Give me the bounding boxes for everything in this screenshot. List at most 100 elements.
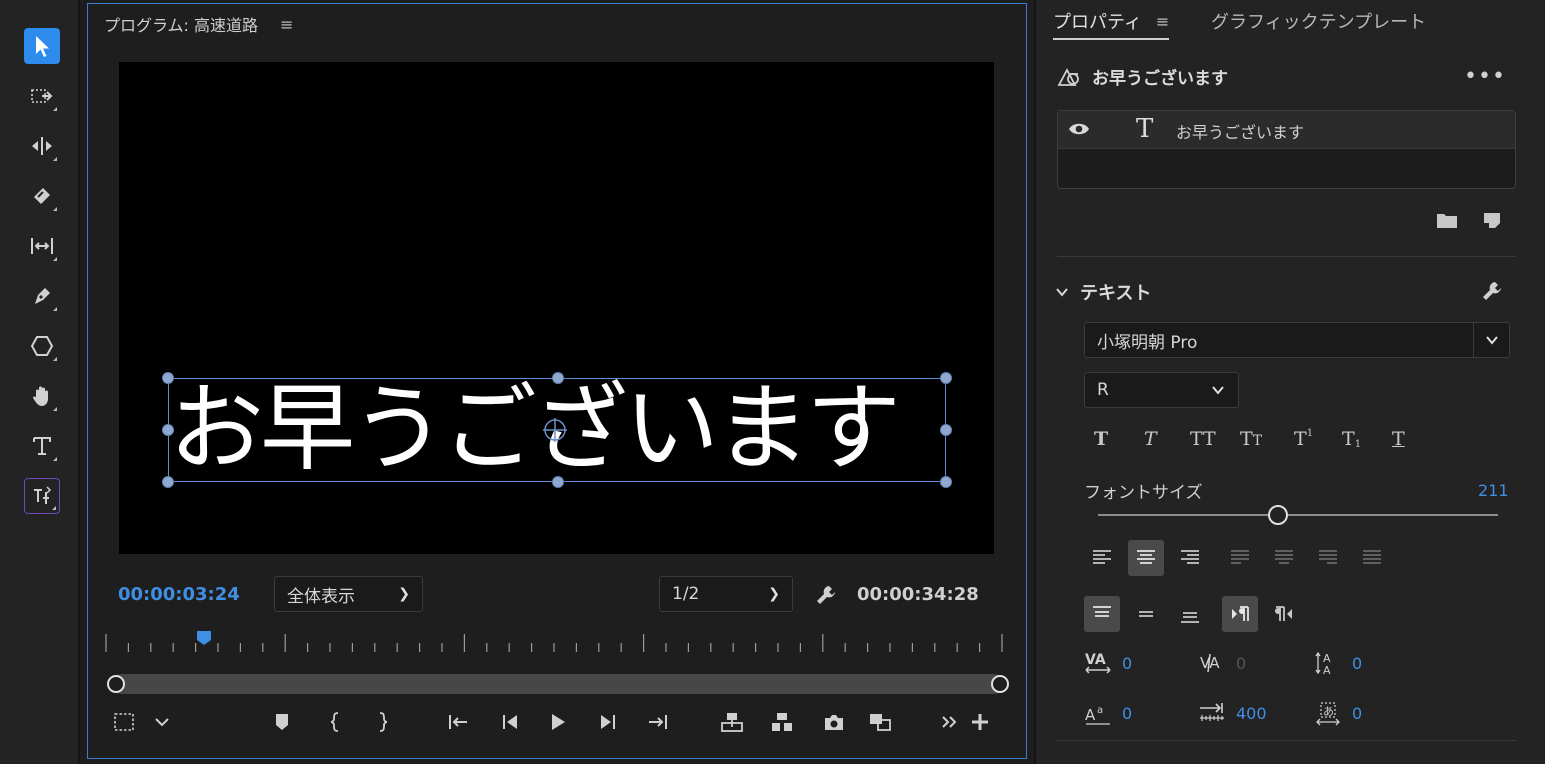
left-to-right-icon[interactable] (1222, 596, 1258, 632)
tsume-control[interactable]: あ 0 (1314, 700, 1362, 726)
playback-resolution-dropdown[interactable]: 1/2 ❯ (659, 576, 793, 612)
new-layer-icon[interactable] (1482, 210, 1502, 230)
video-preview[interactable]: お早うございます (119, 62, 994, 554)
justify-all-icon[interactable] (1354, 540, 1390, 576)
chevron-down-icon[interactable] (1473, 323, 1509, 357)
superscript-icon[interactable]: T1 (1294, 428, 1313, 450)
layer-row[interactable]: T お早うございます (1058, 111, 1515, 149)
font-style-dropdown[interactable]: R (1084, 372, 1239, 408)
tracking-control[interactable]: VA 0 (1198, 650, 1246, 676)
playhead-icon[interactable] (196, 630, 212, 646)
more-controls-icon[interactable] (938, 710, 962, 734)
font-family-dropdown[interactable]: 小塚明朝 Pro (1084, 322, 1510, 358)
transform-handle[interactable] (552, 476, 564, 488)
justify-last-right-icon[interactable] (1310, 540, 1346, 576)
kerning-control[interactable]: VA 0 (1084, 650, 1132, 676)
small-caps-icon[interactable]: TT (1240, 428, 1262, 450)
step-forward-icon[interactable] (596, 710, 620, 734)
time-ruler[interactable] (104, 632, 1004, 654)
font-size-label: フォントサイズ (1084, 483, 1203, 503)
tab-graphic-templates[interactable]: グラフィックテンプレート (1211, 8, 1426, 34)
text-layer-bounding-box[interactable]: お早うございます (162, 372, 952, 488)
chevron-down-icon (1212, 386, 1224, 395)
subscript-icon[interactable]: T1 (1342, 428, 1361, 450)
align-bottom-icon[interactable] (1172, 596, 1208, 632)
tools-panel (0, 0, 80, 764)
transform-handle[interactable] (940, 424, 952, 436)
leading-control[interactable]: AA 0 (1314, 650, 1362, 676)
faux-italic-icon[interactable]: T (1144, 428, 1157, 450)
align-middle-icon[interactable] (1128, 596, 1164, 632)
text-section-header[interactable]: テキスト (1054, 279, 1151, 305)
faux-bold-icon[interactable]: T (1094, 428, 1108, 450)
mark-out-icon[interactable] (370, 710, 394, 734)
section-divider (1057, 740, 1516, 741)
hand-icon[interactable] (24, 378, 60, 414)
chevron-down-icon[interactable] (150, 710, 174, 734)
align-right-icon[interactable] (1172, 540, 1208, 576)
zoom-level-dropdown[interactable]: 全体表示 ❯ (274, 576, 423, 612)
track-select-forward-icon[interactable] (24, 78, 60, 114)
selection-icon[interactable] (24, 28, 60, 64)
step-back-icon[interactable] (498, 710, 522, 734)
text-section-label: テキスト (1080, 283, 1152, 304)
chevron-down-icon[interactable] (1054, 285, 1070, 299)
transform-handle[interactable] (162, 372, 174, 384)
transform-handle[interactable] (552, 372, 564, 384)
underline-icon[interactable]: T (1392, 428, 1405, 450)
slip-icon[interactable] (24, 228, 60, 264)
chevron-down-icon: ❯ (398, 586, 410, 602)
tab-width-control[interactable]: 400 (1198, 700, 1267, 726)
right-to-left-icon[interactable] (1266, 596, 1302, 632)
razor-icon[interactable] (24, 178, 60, 214)
section-divider (1057, 256, 1516, 257)
scrollbar-left-handle[interactable] (107, 675, 125, 693)
font-size-value[interactable]: 211 (1478, 481, 1509, 500)
justify-last-left-icon[interactable] (1222, 540, 1258, 576)
go-to-out-icon[interactable] (646, 710, 670, 734)
baseline-shift-control[interactable]: Aa 0 (1084, 700, 1132, 726)
lift-icon[interactable] (720, 710, 744, 734)
play-icon[interactable] (546, 710, 570, 734)
shape-icon[interactable] (24, 328, 60, 364)
folder-icon[interactable] (1436, 210, 1458, 230)
ripple-edit-icon[interactable] (24, 128, 60, 164)
vertical-type-icon[interactable] (24, 478, 60, 514)
font-family-value: 小塚明朝 Pro (1097, 332, 1198, 353)
zoom-scrollbar[interactable] (112, 674, 1004, 694)
tab-properties[interactable]: プロパティ ≡ (1053, 8, 1170, 40)
all-caps-icon[interactable]: TT (1190, 428, 1216, 450)
tab-properties-label: プロパティ (1053, 12, 1142, 33)
baseline-shift-value: 0 (1122, 703, 1133, 723)
add-button-icon[interactable] (968, 710, 992, 734)
font-size-slider-handle[interactable] (1268, 505, 1288, 525)
transform-handle[interactable] (162, 476, 174, 488)
selected-layer-name: お早うございます (1092, 69, 1228, 89)
transform-handle[interactable] (940, 476, 952, 488)
pen-icon[interactable] (24, 278, 60, 314)
anchor-point-icon[interactable] (542, 417, 568, 443)
more-options-icon[interactable]: ••• (1464, 64, 1506, 89)
go-to-in-icon[interactable] (446, 710, 470, 734)
safe-margins-icon[interactable] (112, 710, 136, 734)
extract-icon[interactable] (770, 710, 794, 734)
add-marker-icon[interactable] (270, 710, 294, 734)
comparison-view-icon[interactable] (868, 710, 892, 734)
justify-last-center-icon[interactable] (1266, 540, 1302, 576)
type-icon[interactable] (24, 428, 60, 464)
mark-in-icon[interactable] (324, 710, 348, 734)
panel-menu-icon[interactable]: ≡ (1156, 12, 1169, 31)
wrench-icon[interactable] (1480, 279, 1504, 303)
playhead-timecode[interactable]: 00:00:03:24 (118, 584, 240, 605)
transform-handle[interactable] (940, 372, 952, 384)
align-top-icon[interactable] (1084, 596, 1120, 632)
scrollbar-right-handle[interactable] (991, 675, 1009, 693)
wrench-icon[interactable] (814, 583, 838, 607)
align-center-icon[interactable] (1128, 540, 1164, 576)
export-frame-icon[interactable] (822, 710, 846, 734)
align-left-icon[interactable] (1084, 540, 1120, 576)
panel-menu-icon[interactable]: ≡ (280, 15, 293, 34)
font-size-slider[interactable] (1098, 514, 1498, 516)
eye-icon[interactable] (1068, 120, 1090, 138)
transform-handle[interactable] (162, 424, 174, 436)
